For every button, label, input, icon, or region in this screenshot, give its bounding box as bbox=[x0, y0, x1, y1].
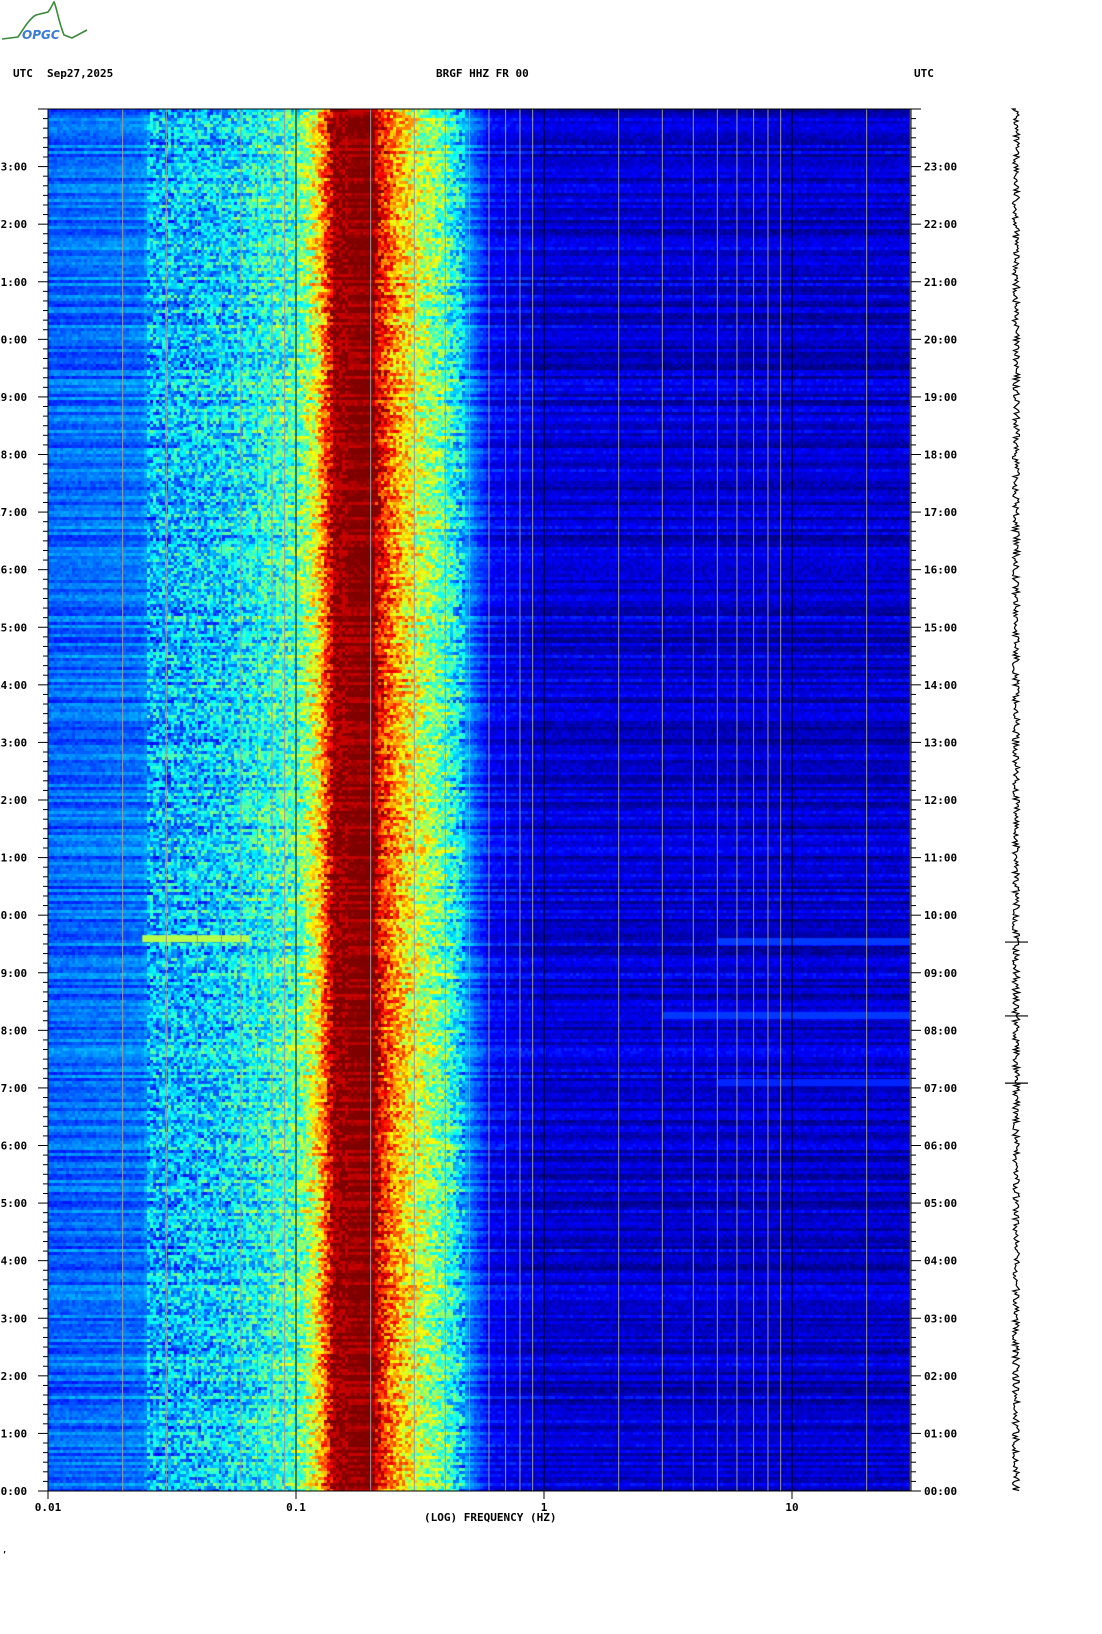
y-tick-label-left: 03:00 bbox=[0, 1312, 27, 1325]
x-tick-label: 0.1 bbox=[286, 1501, 306, 1514]
y-tick-label-left: 18:00 bbox=[0, 449, 27, 462]
y-tick-label-left: 14:00 bbox=[0, 679, 27, 692]
y-tick-label-right: 10:00 bbox=[924, 909, 957, 922]
y-tick-label-left: 22:00 bbox=[0, 218, 27, 231]
y-tick-label-right: 18:00 bbox=[924, 449, 957, 462]
y-tick-label-right: 03:00 bbox=[924, 1312, 957, 1325]
y-tick-label-left: 11:00 bbox=[0, 852, 27, 865]
y-tick-label-left: 13:00 bbox=[0, 736, 27, 749]
y-tick-label-right: 20:00 bbox=[924, 333, 957, 346]
y-tick-label-right: 13:00 bbox=[924, 736, 957, 749]
y-tick-label-right: 19:00 bbox=[924, 391, 957, 404]
y-tick-label-left: 16:00 bbox=[0, 564, 27, 577]
y-tick-label-left: 02:00 bbox=[0, 1370, 27, 1383]
y-tick-label-left: 04:00 bbox=[0, 1255, 27, 1268]
chart-overlay: 00:00 00:00 01:00 01:00 02:00 02:00 03:00 03:00… bbox=[0, 108, 1028, 1514]
y-tick-label-right: 06:00 bbox=[924, 1140, 957, 1153]
y-tick-label-right: 23:00 bbox=[924, 161, 957, 174]
y-tick-label-right: 17:00 bbox=[924, 506, 957, 519]
y-tick-label-right: 14:00 bbox=[924, 679, 957, 692]
y-tick-label-right: 15:00 bbox=[924, 621, 957, 634]
y-tick-label-right: 07:00 bbox=[924, 1082, 957, 1095]
y-tick-label-left: 21:00 bbox=[0, 276, 27, 289]
y-tick-label-left: 09:00 bbox=[0, 967, 27, 980]
y-tick-label-right: 22:00 bbox=[924, 218, 957, 231]
seismogram-trace bbox=[1010, 108, 1022, 1492]
y-tick-label-right: 04:00 bbox=[924, 1255, 957, 1268]
y-tick-label-left: 23:00 bbox=[0, 161, 27, 174]
plot-frame bbox=[47, 108, 912, 1492]
y-tick-label-right: 08:00 bbox=[924, 1024, 957, 1037]
y-tick-label-right: 01:00 bbox=[924, 1427, 957, 1440]
y-tick-label-left: 07:00 bbox=[0, 1082, 27, 1095]
y-tick-label-left: 20:00 bbox=[0, 333, 27, 346]
y-tick-label-left: 00:00 bbox=[0, 1485, 27, 1498]
y-tick-label-right: 05:00 bbox=[924, 1197, 957, 1210]
footer-mark: ʼ bbox=[2, 1550, 7, 1559]
y-tick-label-right: 16:00 bbox=[924, 564, 957, 577]
y-tick-label-right: 09:00 bbox=[924, 967, 957, 980]
y-tick-label-left: 19:00 bbox=[0, 391, 27, 404]
y-tick-label-left: 05:00 bbox=[0, 1197, 27, 1210]
x-axis-label: (LOG) FREQUENCY (HZ) bbox=[424, 1511, 557, 1524]
y-tick-label-left: 01:00 bbox=[0, 1427, 27, 1440]
y-tick-label-left: 10:00 bbox=[0, 909, 27, 922]
y-tick-label-left: 15:00 bbox=[0, 621, 27, 634]
y-tick-label-right: 11:00 bbox=[924, 852, 957, 865]
y-tick-label-left: 08:00 bbox=[0, 1024, 27, 1037]
y-tick-label-right: 00:00 bbox=[924, 1485, 957, 1498]
x-tick-label: 10 bbox=[785, 1501, 798, 1514]
spectrogram-page: OPGC UTC Sep27,2025 BRGF HHZ FR 00 UTC 0… bbox=[0, 0, 1102, 1634]
y-tick-label-left: 12:00 bbox=[0, 794, 27, 807]
y-tick-label-left: 06:00 bbox=[0, 1140, 27, 1153]
y-tick-label-left: 17:00 bbox=[0, 506, 27, 519]
y-tick-label-right: 21:00 bbox=[924, 276, 957, 289]
x-tick-label: 0.01 bbox=[35, 1501, 62, 1514]
y-tick-label-right: 12:00 bbox=[924, 794, 957, 807]
y-tick-label-right: 02:00 bbox=[924, 1370, 957, 1383]
